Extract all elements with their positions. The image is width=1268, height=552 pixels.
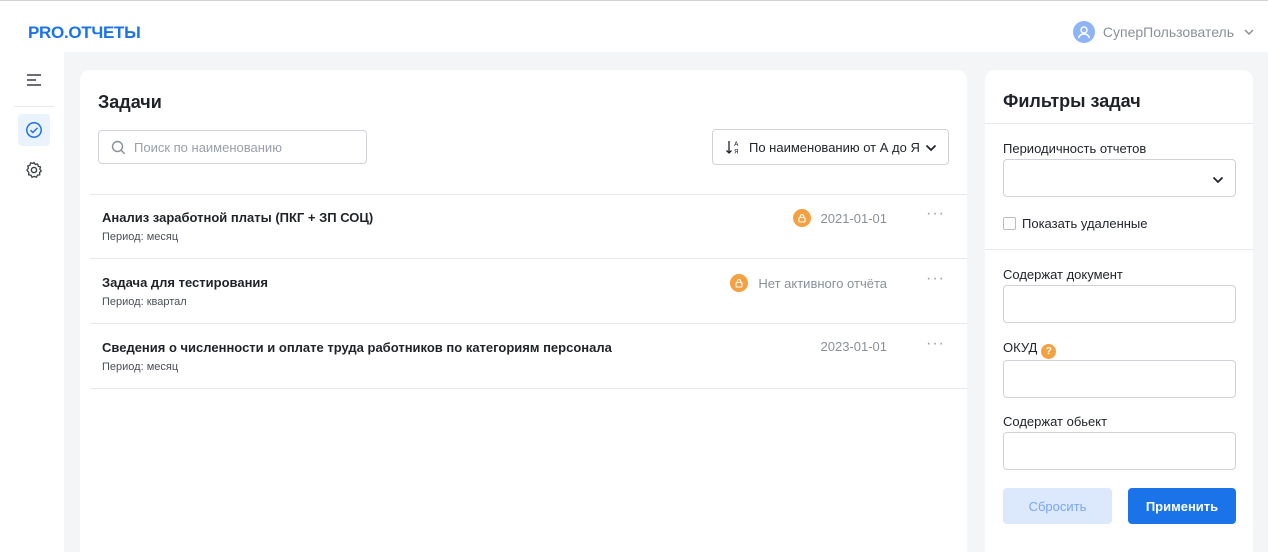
task-row[interactable]: Задача для тестирования Период: квартал … (90, 260, 967, 324)
periodicity-select[interactable] (1003, 159, 1236, 197)
task-status-text: Нет активного отчёта (758, 275, 887, 291)
task-row[interactable]: Анализ заработной платы (ПКГ + ЗП СОЦ) П… (90, 195, 967, 259)
task-status: Нет активного отчёта (730, 274, 887, 292)
document-label: Содержат документ (1003, 267, 1123, 282)
show-deleted-label: Показать удаленные (1022, 216, 1148, 231)
more-options-icon[interactable]: ··· (926, 335, 945, 353)
sidebar-divider (14, 106, 54, 107)
show-deleted-checkbox[interactable]: Показать удаленные (1003, 216, 1148, 231)
task-status-text: 2021-01-01 (820, 210, 888, 226)
svg-text:Я: Я (734, 148, 739, 156)
task-status: 2021-01-01 (792, 209, 888, 227)
more-options-icon[interactable]: ··· (926, 270, 945, 288)
task-name: Задача для тестирования (102, 275, 269, 290)
sort-alpha-icon: АЯ (726, 140, 739, 156)
user-menu[interactable]: СуперПользователь (1072, 21, 1256, 43)
gear-icon (26, 161, 42, 178)
avatar (1072, 21, 1095, 43)
okud-label-text: ОКУД (1003, 340, 1038, 355)
app-logo[interactable]: PRO.ОТЧЕТЫ (28, 23, 141, 43)
filters-divider (985, 123, 1253, 124)
task-name: Анализ заработной платы (ПКГ + ЗП СОЦ) (102, 210, 374, 225)
lock-icon (792, 209, 811, 227)
sort-label: По наименованию от А до Я (749, 139, 920, 155)
task-name: Сведения о численности и оплате труда ра… (102, 340, 612, 355)
top-bar: PRO.ОТЧЕТЫ СуперПользователь (0, 0, 1268, 52)
task-period: Период: квартал (102, 296, 187, 308)
sidebar (0, 52, 64, 552)
task-status-text: 2023-01-01 (820, 339, 888, 354)
object-label: Содержат обьект (1003, 414, 1108, 429)
task-period: Период: месяц (102, 231, 179, 243)
search-icon (111, 140, 126, 154)
search-input[interactable] (134, 139, 354, 155)
filters-title: Фильтры задач (1003, 91, 1141, 111)
task-period: Период: месяц (102, 361, 179, 373)
apply-button[interactable]: Применить (1128, 488, 1236, 524)
search-box[interactable] (98, 130, 367, 164)
filters-panel: Фильтры задач Периодичность отчетов Пока… (985, 70, 1253, 552)
checkbox-box[interactable] (1003, 217, 1016, 230)
help-icon[interactable]: ? (1041, 344, 1057, 359)
sidebar-item-tasks[interactable] (18, 114, 50, 146)
filters-divider (985, 249, 1253, 250)
okud-label: ОКУД? (1003, 340, 1057, 359)
page-title: Задачи (98, 92, 162, 112)
chevron-down-icon (925, 144, 937, 152)
reset-button[interactable]: Сбросить (1003, 488, 1112, 524)
lock-icon (730, 274, 749, 292)
okud-field[interactable] (1003, 360, 1236, 398)
menu-toggle-button[interactable] (18, 64, 50, 96)
check-circle-icon (26, 122, 42, 138)
task-row[interactable]: Сведения о численности и оплате труда ра… (90, 325, 967, 389)
document-field[interactable] (1003, 285, 1236, 323)
menu-icon (27, 74, 41, 86)
chevron-down-icon (1212, 176, 1224, 184)
chevron-down-icon (1244, 29, 1254, 36)
user-icon (1077, 26, 1091, 39)
periodicity-label: Периодичность отчетов (1003, 141, 1147, 156)
object-field[interactable] (1003, 432, 1236, 470)
task-status: 2023-01-01 (821, 339, 888, 354)
sidebar-item-settings[interactable] (18, 154, 50, 186)
more-options-icon[interactable]: ··· (926, 205, 945, 223)
user-name: СуперПользователь (1102, 24, 1234, 40)
sort-dropdown[interactable]: АЯ По наименованию от А до Я (712, 129, 949, 165)
tasks-panel: Задачи АЯ По наименованию от А до Я Анал… (80, 70, 967, 552)
